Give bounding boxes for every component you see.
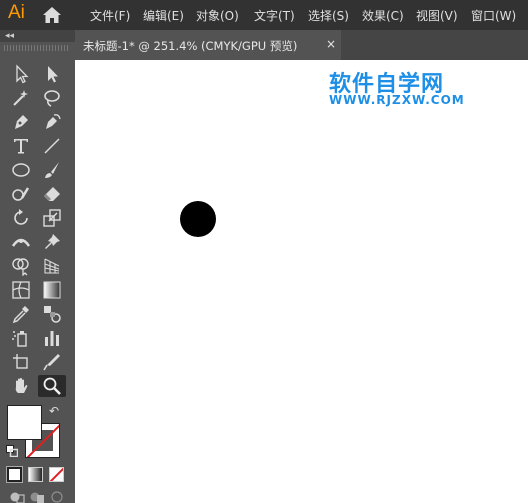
eraser-icon [44,187,60,201]
symbol-sprayer-tool[interactable] [7,327,35,349]
gradient-tool[interactable] [38,279,66,301]
eraser-tool[interactable] [38,183,66,205]
pen-icon [15,115,28,129]
paintbrush-tool[interactable] [38,159,66,181]
slice-tool[interactable] [38,351,66,373]
magic-wand-tool[interactable] [7,87,35,109]
document-tab[interactable]: 未标题-1* @ 251.4% (CMYK/GPU 预览) × [75,30,341,60]
magnifier-icon [43,377,61,395]
mesh-icon [12,281,30,299]
watermark-url: WWW.RJZXW.COM [329,93,465,107]
gradient-mode-button[interactable] [28,467,43,482]
bar-chart-icon [45,331,59,346]
rotate-icon [14,209,28,225]
direct-selection-arrow-icon [48,66,58,83]
artboard-canvas[interactable]: 软件自学网 WWW.RJZXW.COM [75,60,528,503]
draw-behind-icon[interactable] [29,490,45,503]
width-tool[interactable] [7,231,35,253]
eyedropper-tool[interactable] [7,303,35,325]
rotate-tool[interactable] [7,207,35,229]
puppet-warp-tool[interactable] [38,231,66,253]
shape-builder-tool[interactable] [7,255,35,277]
scale-icon [43,209,61,227]
menu-edit[interactable]: 编辑(E) [143,7,184,24]
perspective-grid-tool[interactable] [38,255,66,277]
eyedropper-icon [12,306,29,324]
curvature-tool[interactable] [38,111,66,133]
zoom-tool[interactable] [38,375,66,397]
pushpin-icon [45,234,60,249]
ellipse-icon [12,163,30,177]
menu-file[interactable]: 文件(F) [90,7,130,24]
scale-tool[interactable] [38,207,66,229]
app-logo: Ai [8,2,25,23]
hand-tool[interactable] [7,375,35,397]
menu-effect[interactable]: 效果(C) [362,7,404,24]
blend-icon [44,306,61,323]
selection-arrow-icon [16,64,29,84]
menu-select[interactable]: 选择(S) [308,7,349,24]
width-icon [11,238,31,247]
lasso-tool[interactable] [38,87,66,109]
draw-normal-icon[interactable] [9,490,25,503]
fill-swatch[interactable] [7,405,42,440]
menu-object[interactable]: 对象(O) [196,7,239,24]
shape-builder-icon [12,258,29,276]
line-segment-icon [44,138,60,154]
ellipse-tool[interactable] [7,159,35,181]
perspective-grid-icon [44,258,60,274]
hand-icon [15,378,28,393]
line-segment-tool[interactable] [38,135,66,157]
menu-view[interactable]: 视图(V) [416,7,458,24]
type-t-icon [14,139,28,154]
selection-tool[interactable] [7,63,35,85]
none-mode-button[interactable] [49,467,64,482]
knife-icon [43,354,60,371]
color-mode-button[interactable] [6,466,23,483]
default-colors-icon[interactable] [6,445,18,457]
menu-type[interactable]: 文字(T) [254,7,295,24]
gradient-icon [43,281,61,299]
paintbrush-icon [45,162,59,178]
direct-selection-tool[interactable] [38,63,66,85]
swap-fill-stroke-icon[interactable]: ↶ [49,404,59,418]
pen-tool[interactable] [7,111,35,133]
collapse-icon[interactable]: ◂◂ [5,30,14,42]
draw-inside-icon[interactable] [49,490,65,503]
panel-grip[interactable] [4,45,70,51]
document-tab-title: 未标题-1* @ 251.4% (CMYK/GPU 预览) [83,39,298,53]
type-tool[interactable] [7,135,35,157]
lasso-icon [44,90,60,107]
menu-window[interactable]: 窗口(W) [471,7,516,24]
menu-bar: Ai 文件(F) 编辑(E) 对象(O) 文字(T) 选择(S) 效果(C) 视… [0,0,528,30]
artboard-icon [13,354,28,369]
mesh-tool[interactable] [7,279,35,301]
blend-tool[interactable] [38,303,66,325]
symbol-sprayer-icon [12,331,27,347]
column-graph-tool[interactable] [38,327,66,349]
curvature-pen-icon [46,114,61,129]
artboard-tool[interactable] [7,351,35,373]
none-slash [50,468,63,481]
shaper-icon [12,187,30,201]
shaper-tool[interactable] [7,183,35,205]
home-icon[interactable] [42,6,62,24]
close-icon[interactable]: × [326,37,336,51]
magic-wand-icon [13,90,28,106]
black-circle-shape[interactable] [180,201,216,237]
